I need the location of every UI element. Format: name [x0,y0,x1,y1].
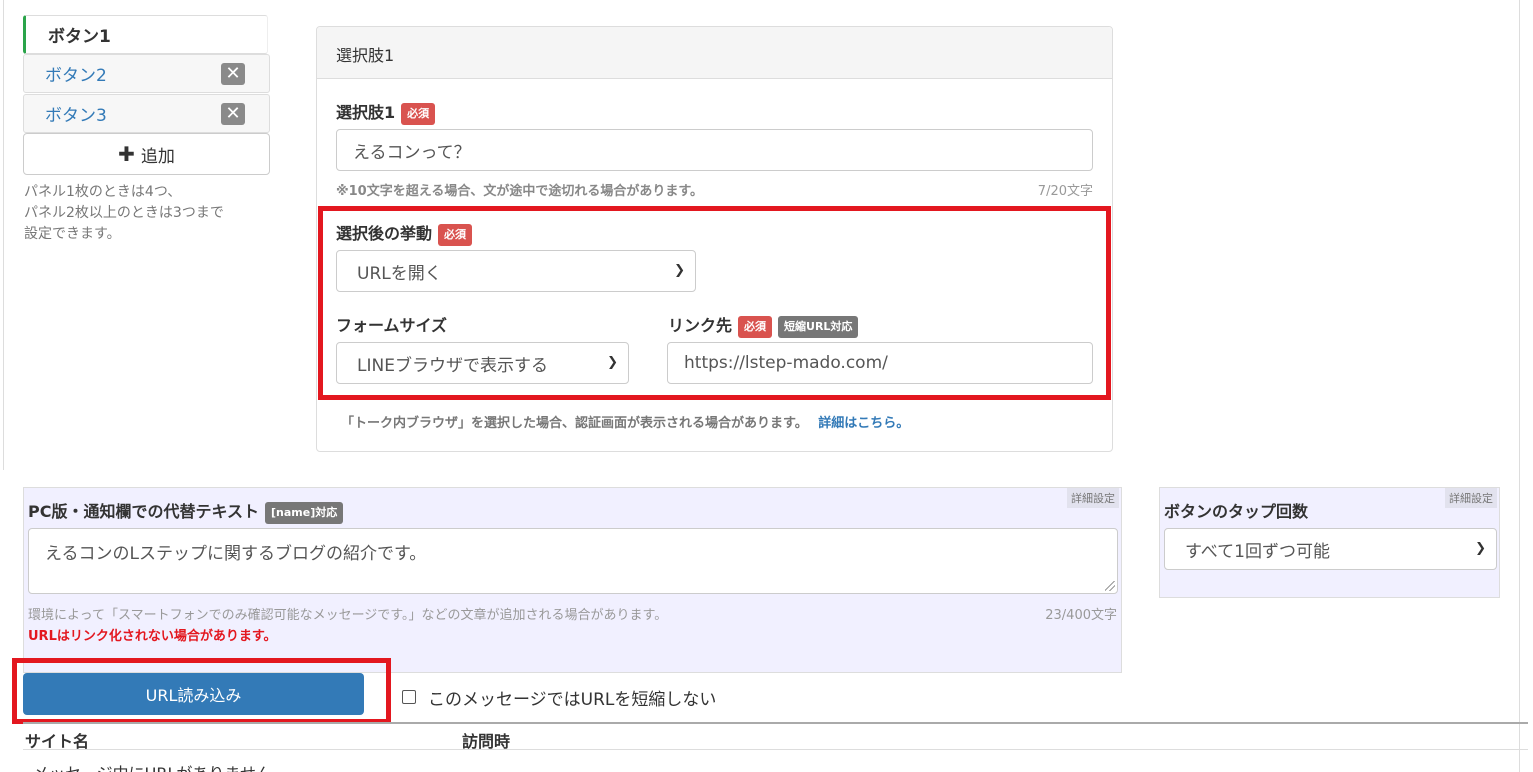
choice-input-value: えるコンって？ [353,142,471,163]
note-line: 設定できます。 [24,226,121,242]
alt-text-textarea[interactable]: えるコンのLステップに関するブログの紹介です。 [28,528,1118,594]
column-visit: 訪問時 [462,732,511,751]
no-shorten-checkbox[interactable] [402,690,416,704]
left-border [3,0,4,470]
panel-limit-note: パネル1枚のときは4つ、 パネル2枚以上のときは3つまで 設定できます。 [24,182,264,245]
choice-counter: 7/20文字 [1037,184,1093,199]
tab-label: ボタン2 [45,66,107,86]
add-button[interactable]: ✚ 追加 [23,133,270,175]
add-button-label: 追加 [140,146,175,167]
url-table-header: サイト名 訪問時 [23,722,1528,751]
detail-link[interactable]: 詳細はこちら。 [818,416,909,431]
column-site-name: サイト名 [25,732,90,751]
panel-header: 選択肢1 [317,27,1112,79]
tap-count-select[interactable]: すべて1回ずつ可能 ❯ [1164,528,1497,570]
resize-handle-icon[interactable] [1105,581,1115,591]
chevron-down-icon: ❯ [1475,540,1486,556]
required-badge: 必須 [401,102,436,125]
plus-icon: ✚ [118,142,135,166]
highlight-box [12,658,391,724]
tap-count-panel: 詳細設定 ボタンのタップ回数 すべて1回ずつ可能 ❯ [1159,487,1500,598]
alt-text-label: PC版・通知欄での代替テキスト [28,502,259,521]
url-warning: URLはリンク化されない場合があります。 [28,629,277,644]
tab-button-3[interactable]: ボタン3 ✕ [23,94,270,133]
close-icon[interactable]: ✕ [221,103,245,125]
highlight-box [318,206,1111,400]
note-line: パネル2枚以上のときは3つまで [24,205,224,221]
alt-text-counter: 23/400文字 [1045,608,1117,623]
choice-label: 選択肢1 [336,103,396,122]
tab-button-1[interactable]: ボタン1 [23,15,268,54]
tab-label: ボタン1 [48,27,111,47]
choice-length-note: ※10文字を超える場合、文が途中で途切れる場合があります。 [336,184,704,199]
tab-label: ボタン3 [45,106,107,126]
detail-settings-tag[interactable]: 詳細設定 [1445,488,1497,508]
close-icon[interactable]: ✕ [221,63,245,85]
browser-note-text: 「トーク内ブラウザ」を選択した場合、認証画面が表示される場合があります。 [341,416,808,431]
tab-button-2[interactable]: ボタン2 ✕ [23,54,270,93]
right-border [1519,0,1520,772]
name-badge: [name]対応 [265,501,344,524]
alt-text-panel: 詳細設定 PC版・通知欄での代替テキスト [name]対応 えるコンのLステップに… [23,487,1122,673]
alt-text-value: えるコンのLステップに関するブログの紹介です。 [45,544,427,564]
alt-text-note: 環境によって「スマートフォンでのみ確認可能なメッセージです。」などの文章が追加さ… [28,608,668,623]
tap-count-value: すべて1回ずつ可能 [1185,541,1330,562]
browser-note: 「トーク内ブラウザ」を選択した場合、認証画面が表示される場合があります。 詳細は… [341,412,909,431]
detail-settings-tag[interactable]: 詳細設定 [1067,488,1119,508]
table-row: メッセージ中にURLがありません [23,750,1528,772]
tap-count-label: ボタンのタップ回数 [1164,502,1309,521]
choice-label-row: 選択肢1 必須 [336,99,436,125]
alt-text-label-row: PC版・通知欄での代替テキスト [name]対応 [28,498,344,524]
empty-message: メッセージ中にURLがありません [33,760,272,772]
choice-input[interactable]: えるコンって？ [336,129,1093,171]
no-shorten-label[interactable]: このメッセージではURLを短縮しない [428,685,716,710]
note-line: パネル1枚のときは4つ、 [24,184,182,200]
